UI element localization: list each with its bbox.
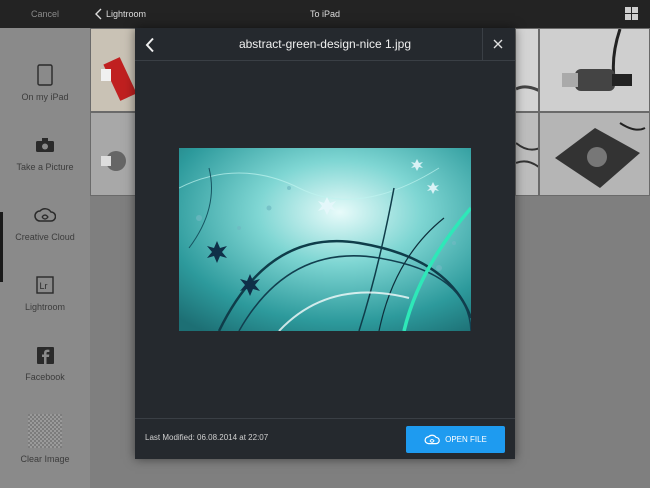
dialog-title: abstract-green-design-nice 1.jpg: [238, 37, 412, 51]
open-file-button[interactable]: OPEN FILE: [406, 426, 505, 453]
sidebar-item-creative-cloud[interactable]: Creative Cloud: [0, 202, 90, 272]
sidebar-item-clear-image[interactable]: Clear Image: [0, 414, 90, 484]
sidebar-item-label: Facebook: [25, 372, 65, 382]
thumbnail-cable[interactable]: [539, 28, 650, 112]
facebook-icon: [30, 342, 60, 368]
cancel-button[interactable]: Cancel: [0, 0, 90, 28]
header-divider: [482, 28, 483, 61]
ipad-icon: [30, 62, 60, 88]
thumbnail-object-1[interactable]: [515, 28, 539, 112]
thumbnail-device[interactable]: [539, 112, 650, 196]
sidebar-item-take-a-picture[interactable]: Take a Picture: [0, 132, 90, 202]
checkerboard-icon: [28, 414, 62, 448]
grid-view-icon[interactable]: [625, 7, 638, 20]
sidebar-item-label: On my iPad: [21, 92, 69, 102]
top-bar: Cancel Lightroom To iPad: [0, 0, 650, 28]
back-label: Lightroom: [106, 9, 147, 19]
last-modified-text: Last Modified: 06.08.2014 at 22:07: [145, 433, 269, 442]
chevron-left-icon: [95, 8, 102, 20]
sidebar-item-label: Lightroom: [24, 302, 66, 312]
creative-cloud-icon: [424, 434, 440, 445]
camera-icon: [30, 132, 60, 158]
svg-text:Lr: Lr: [40, 281, 48, 291]
sidebar-item-label: Creative Cloud: [15, 232, 75, 242]
image-preview: [179, 148, 471, 331]
dialog-header: abstract-green-design-nice 1.jpg: [135, 28, 515, 61]
lightroom-icon: Lr: [30, 272, 60, 298]
sidebar-item-lightroom[interactable]: Lr Lightroom: [0, 272, 90, 342]
thumbnail-object-2[interactable]: [515, 112, 539, 196]
thumbnail-camera-lens[interactable]: [90, 112, 136, 196]
source-sidebar: On my iPad Take a Picture Creative Cloud…: [0, 28, 90, 488]
dialog-footer: Last Modified: 06.08.2014 at 22:07 OPEN …: [135, 418, 515, 459]
back-to-lightroom-button[interactable]: Lightroom: [95, 0, 146, 28]
open-file-label: OPEN FILE: [445, 435, 487, 444]
file-preview-dialog: abstract-green-design-nice 1.jpg Last Mo…: [135, 28, 515, 459]
sidebar-item-label: Clear Image: [20, 454, 70, 464]
creative-cloud-icon: [30, 202, 60, 228]
sidebar-item-on-my-ipad[interactable]: On my iPad: [0, 62, 90, 132]
close-button[interactable]: [491, 37, 505, 51]
close-icon: [493, 39, 503, 49]
sidebar-item-label: Take a Picture: [16, 162, 74, 172]
sidebar-item-facebook[interactable]: Facebook: [0, 342, 90, 412]
thumbnail-red-box[interactable]: [90, 28, 136, 112]
